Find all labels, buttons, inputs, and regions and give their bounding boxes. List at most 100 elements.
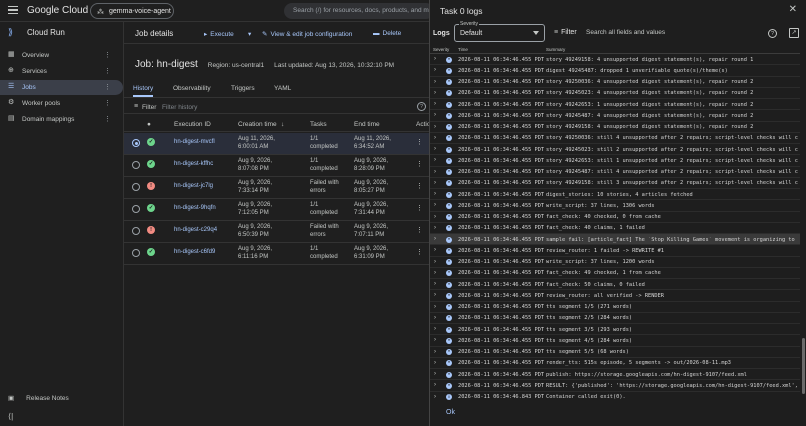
main-menu-icon[interactable] [8,6,18,14]
expand-chevron-icon[interactable]: › [434,315,436,321]
log-entry[interactable]: › * 2026-08-11 06:34:46.455 PDT story 49249… [430,54,800,66]
expand-chevron-icon[interactable]: › [434,394,436,400]
log-entry[interactable]: › * 2026-08-11 06:34:46.455 PDT story 49250… [430,77,800,88]
log-entry[interactable]: › * 2026-08-11 06:34:46.455 PDT story 49249… [430,122,800,133]
view-edit-button[interactable]: ✎ View & edit job configuration [262,30,352,38]
row-actions-icon[interactable]: ⋮ [416,138,423,146]
expand-chevron-icon[interactable]: › [434,281,436,287]
row-actions-icon[interactable]: ⋮ [416,204,423,212]
expand-chevron-icon[interactable]: › [434,112,436,118]
log-entry[interactable]: › * 2026-08-11 06:34:46.455 PDT digest_stor… [430,189,800,201]
sidebar-item-domain-mappings[interactable]: ▤ Domain mappings ⋮ [0,112,123,127]
expand-chevron-icon[interactable]: › [434,90,436,96]
severity-select[interactable]: Severity Default [454,21,545,42]
expand-chevron-icon[interactable]: › [434,191,436,197]
row-actions-icon[interactable]: ⋮ [416,226,423,234]
expand-chevron-icon[interactable]: › [434,349,436,355]
expand-chevron-icon[interactable]: › [434,360,436,366]
table-row[interactable]: ✓ hn-digest-kffhc Aug 9, 2026, 8:07:08 PM 1/… [124,155,430,177]
table-row[interactable]: ✓ hn-digest-9hqfn Aug 9, 2026, 7:12:05 PM 1/… [124,199,430,221]
expand-chevron-icon[interactable]: › [434,337,436,343]
log-entry[interactable]: › * 2026-08-11 06:34:46.455 PDT story 49242… [430,155,800,167]
sidebar-item-worker-pools[interactable]: ⚙ Worker pools ⋮ [0,96,123,111]
open-in-new-icon[interactable]: ↗ [789,28,799,38]
filter-input[interactable]: Filter history [162,104,197,111]
more-icon[interactable]: ⋮ [104,99,111,107]
expand-chevron-icon[interactable]: › [434,67,436,73]
table-row[interactable]: ! hn-digest-c29q4 Aug 9, 2026, 6:50:39 PM Fa… [124,221,430,243]
row-radio[interactable] [132,161,140,169]
filter-bar[interactable]: ≡ Filter Filter history ? [124,100,430,114]
log-filter-button[interactable]: ≡ Filter [554,29,577,36]
log-entry[interactable]: › * 2026-08-11 06:34:46.455 PDT story 49245… [430,144,800,156]
log-entry[interactable]: › * 2026-08-11 06:34:46.455 PDT tts segmen… [430,347,800,358]
log-entry[interactable]: › * 2026-08-11 06:34:46.455 PDT review_rout… [430,245,800,257]
execution-id-link[interactable]: hn-digest-c29q4 [174,226,217,234]
log-entry[interactable]: › * 2026-08-11 06:34:46.455 PDT story 49249… [430,178,800,189]
expand-chevron-icon[interactable]: › [434,270,436,276]
expand-chevron-icon[interactable]: › [434,124,436,130]
log-entry[interactable]: › * 2026-08-11 06:34:46.455 PDT RESULT: {'p… [430,380,800,392]
log-entry[interactable]: › * 2026-08-11 06:34:46.455 PDT tts segmen… [430,302,800,313]
expand-chevron-icon[interactable]: › [434,135,436,141]
log-entry[interactable]: › * 2026-08-11 06:34:46.455 PDT tts segmen… [430,313,800,324]
expand-chevron-icon[interactable]: › [434,304,436,310]
log-entry[interactable]: › * 2026-08-11 06:34:46.455 PDT write_scrip… [430,257,800,268]
table-row[interactable]: ✓ hn-digest-mvcfl Aug 11, 2026, 6:00:01 AM 1… [124,133,430,155]
column-creation-time[interactable]: Creation time [238,121,277,128]
log-entry[interactable]: › * 2026-08-11 06:34:46.455 PDT tts segmen… [430,324,800,336]
column-execution-id[interactable]: Execution ID [174,121,211,128]
more-icon[interactable]: ⋮ [104,83,111,91]
log-entry[interactable]: › * 2026-08-11 06:34:46.455 PDT fact_check:… [430,223,800,234]
sidebar-item-jobs[interactable]: ☰ Jobs ⋮ [0,80,123,95]
tab-observability[interactable]: Observability [173,85,211,92]
expand-chevron-icon[interactable]: › [434,56,436,62]
log-entry[interactable]: › * 2026-08-11 06:34:46.455 PDT fact_check:… [430,212,800,223]
table-row[interactable]: ✓ hn-digest-c6fd9 Aug 9, 2026, 6:11:16 PM 1/… [124,243,430,265]
expand-chevron-icon[interactable]: › [434,247,436,253]
log-entry[interactable]: › * 2026-08-11 06:34:46.455 PDT render_tts:… [430,358,800,369]
search-input[interactable]: Search (/) for resources, docs, products… [284,3,434,19]
row-radio[interactable] [132,249,140,257]
log-entry[interactable]: › * 2026-08-11 06:34:46.455 PDT review_rout… [430,290,800,302]
expand-chevron-icon[interactable]: › [434,214,436,220]
execute-dropdown-icon[interactable]: ▾ [248,30,251,38]
expand-chevron-icon[interactable]: › [434,326,436,332]
sidebar-item-overview[interactable]: ▦ Overview ⋮ [0,48,123,63]
table-row[interactable]: ! hn-digest-jc7lg Aug 9, 2026, 7:33:14 PM Fa… [124,177,430,199]
execution-id-link[interactable]: hn-digest-9hqfn [174,204,216,212]
log-search-input[interactable]: Search all fields and values [586,29,665,36]
ok-button[interactable]: Ok [446,409,455,416]
row-radio[interactable] [132,183,140,191]
log-entry[interactable]: › * 2026-08-11 06:34:46.455 PDT story 49250… [430,133,800,144]
log-scrollbar[interactable] [802,338,805,394]
expand-chevron-icon[interactable]: › [434,169,436,175]
log-entry[interactable]: › * 2026-08-11 06:34:46.455 PDT write_scrip… [430,200,800,212]
log-entry[interactable]: › * 2026-08-11 06:34:46.455 PDT story 49242… [430,99,800,111]
log-entry[interactable]: › * 2026-08-11 06:34:46.455 PDT publish: ht… [430,369,800,381]
execution-id-link[interactable]: hn-digest-kffhc [174,160,213,168]
delete-button[interactable]: ▬ Delete [373,30,401,37]
log-entry[interactable]: › * 2026-08-11 06:34:46.455 PDT sample fai… [430,234,800,246]
execution-id-link[interactable]: hn-digest-mvcfl [174,138,215,146]
log-entry[interactable]: › * 2026-08-11 06:34:46.455 PDT story 49245… [430,167,800,178]
google-cloud-logo[interactable]: Google Cloud [27,5,88,16]
expand-chevron-icon[interactable]: › [434,259,436,265]
row-actions-icon[interactable]: ⋮ [416,160,423,168]
help-icon[interactable]: ? [417,102,426,111]
log-list[interactable]: › * 2026-08-11 06:34:46.455 PDT story 49249… [430,54,800,402]
sort-down-icon[interactable]: ↓ [281,121,284,128]
expand-chevron-icon[interactable]: › [434,202,436,208]
column-end-time[interactable]: End time [354,121,380,128]
execution-id-link[interactable]: hn-digest-c6fd9 [174,248,215,256]
log-entry[interactable]: › * 2026-08-11 06:34:46.455 PDT story 49245… [430,110,800,122]
log-entry[interactable]: › * 2026-08-11 06:34:46.455 PDT fact_check:… [430,268,800,279]
expand-chevron-icon[interactable]: › [434,157,436,163]
log-entry[interactable]: › * 2026-08-11 06:34:46.455 PDT fact_check:… [430,279,800,291]
expand-chevron-icon[interactable]: › [434,292,436,298]
tab-triggers[interactable]: Triggers [231,85,255,92]
expand-chevron-icon[interactable]: › [434,180,436,186]
collapse-sidebar-icon[interactable]: ⟨| [8,412,13,421]
row-radio[interactable] [132,227,140,235]
row-actions-icon[interactable]: ⋮ [416,182,423,190]
